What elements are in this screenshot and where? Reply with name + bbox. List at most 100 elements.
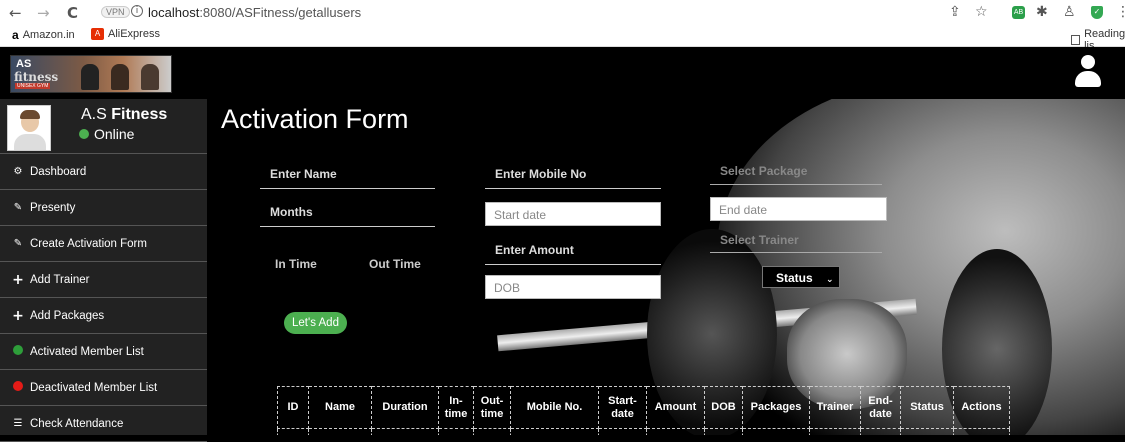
sidebar-item-label: Add Trainer — [30, 273, 90, 286]
share-icon[interactable]: ⇪ — [949, 4, 961, 20]
browser-toolbar: ← → C VPN i localhost:8080/ASFitness/get… — [0, 0, 1125, 26]
sidebar-item-label: Dashboard — [30, 165, 87, 178]
column-header-trainer: Trainer — [809, 386, 861, 429]
in-time-label[interactable]: In Time — [275, 257, 317, 271]
bookmarks-bar: a Amazon.in A AliExpress Reading lis — [0, 26, 1125, 52]
avatar — [7, 105, 51, 151]
sidebar-item-presenty[interactable]: ✎ Presenty — [0, 190, 207, 226]
gym-logo[interactable]: AS fitness UNISEX GYM — [10, 55, 172, 93]
brand-name: A.S Fitness — [81, 106, 167, 124]
out-time-label[interactable]: Out Time — [369, 257, 421, 271]
sidebar-item-add-trainer[interactable]: + Add Trainer — [0, 262, 207, 298]
logo-as-text: AS — [16, 58, 32, 70]
site-info-icon[interactable]: i — [131, 5, 143, 17]
bookmark-label: Amazon.in — [22, 29, 75, 41]
sidebar-item-deactivated-member-list[interactable]: Deactivated Member List — [0, 370, 207, 406]
column-header-actions: Actions — [953, 386, 1010, 429]
sidebar-item-label: Check Attendance — [30, 417, 124, 430]
logo-fitness-text: fitness — [14, 70, 59, 84]
dashboard-icon: ⚙ — [13, 166, 23, 177]
plus-icon: + — [12, 307, 24, 324]
name-input[interactable]: Enter Name — [260, 161, 435, 189]
bookmark-aliexpress[interactable]: A AliExpress — [91, 28, 160, 40]
main-content: Activation Form Enter Name Enter Mobile … — [207, 99, 1125, 435]
green-dot-icon — [12, 345, 24, 358]
sidebar-item-label: Deactivated Member List — [30, 381, 158, 394]
logo-athlete-figure — [81, 64, 99, 90]
column-header-id: ID — [277, 386, 309, 429]
reading-list-icon — [1071, 35, 1081, 45]
column-header-mobile: Mobile No. — [510, 386, 599, 429]
start-date-input[interactable]: Start date — [485, 202, 661, 226]
list-icon: ☰ — [13, 418, 23, 429]
mobile-input[interactable]: Enter Mobile No — [485, 161, 661, 189]
bookmark-amazon[interactable]: a Amazon.in — [12, 28, 75, 42]
column-header-end-date: End- date — [860, 386, 901, 429]
forward-icon[interactable]: → — [37, 4, 50, 22]
sidebar-item-label: Activated Member List — [30, 345, 144, 358]
adblock-extension-icon[interactable]: AB — [1012, 6, 1025, 19]
column-header-status: Status — [900, 386, 954, 429]
online-dot-icon — [79, 129, 89, 139]
online-status: Online — [79, 126, 134, 142]
table-header-row: ID Name Duration In- time Out- time Mobi… — [277, 386, 1010, 429]
pencil-icon: ✎ — [13, 202, 23, 213]
column-header-amount: Amount — [646, 386, 705, 429]
sidebar-item-create-activation-form[interactable]: ✎ Create Activation Form — [0, 226, 207, 262]
profile-icon[interactable]: ♙ — [1063, 4, 1076, 20]
status-select-value: Status — [776, 271, 813, 285]
column-header-packages: Packages — [742, 386, 810, 429]
column-header-dob: DOB — [704, 386, 743, 429]
logo-athlete-figure — [111, 64, 129, 90]
page-title: Activation Form — [221, 104, 409, 134]
browser-menu-icon[interactable]: ⋮ — [1116, 4, 1125, 20]
column-header-duration: Duration — [371, 386, 439, 429]
extensions-puzzle-icon[interactable]: ✱ — [1036, 4, 1048, 20]
back-icon[interactable]: ← — [9, 4, 22, 22]
end-date-input[interactable]: End date — [710, 197, 887, 221]
sidebar-item-activated-member-list[interactable]: Activated Member List — [0, 334, 207, 370]
trainer-select[interactable]: Select Trainer — [710, 227, 882, 253]
plus-icon: + — [12, 271, 24, 288]
vpn-badge[interactable]: VPN — [101, 6, 130, 18]
brand-prefix: A.S — [81, 106, 112, 123]
url-host: localhost — [148, 5, 200, 20]
members-table: ID Name Duration In- time Out- time Mobi… — [277, 386, 1010, 435]
url-path: :8080/ASFitness/getallusers — [199, 5, 362, 20]
aliexpress-icon: A — [91, 28, 104, 40]
dob-input[interactable]: DOB — [485, 275, 661, 299]
sidebar: A.S Fitness Online ⚙ Dashboard ✎ Present… — [0, 99, 207, 442]
lets-add-button[interactable]: Let's Add — [284, 312, 347, 334]
bookmark-label: AliExpress — [108, 28, 160, 40]
sidebar-item-label: Presenty — [30, 201, 76, 214]
shield-extension-icon[interactable]: ✓ — [1091, 6, 1103, 19]
user-account-icon[interactable] — [1074, 55, 1102, 89]
months-input[interactable]: Months — [260, 199, 435, 227]
sidebar-item-label: Create Activation Form — [30, 237, 147, 250]
package-select[interactable]: Select Package — [710, 159, 882, 185]
sidebar-profile: A.S Fitness Online — [0, 99, 207, 154]
online-label: Online — [94, 126, 135, 142]
sidebar-item-label: Add Packages — [30, 309, 105, 322]
status-select[interactable]: Status ⌄ — [762, 266, 840, 288]
column-header-in-time: In- time — [438, 386, 474, 429]
logo-subtitle: UNISEX GYM — [15, 83, 51, 89]
pencil-icon: ✎ — [13, 238, 23, 249]
column-header-start-date: Start- date — [598, 386, 647, 429]
logo-athlete-figure — [141, 64, 159, 90]
reload-icon[interactable]: C — [67, 4, 78, 22]
app-header: AS fitness UNISEX GYM — [0, 47, 1125, 99]
browser-chrome: ← → C VPN i localhost:8080/ASFitness/get… — [0, 0, 1125, 52]
sidebar-item-check-attendance[interactable]: ☰ Check Attendance — [0, 406, 207, 442]
column-header-out-time: Out- time — [473, 386, 511, 429]
amazon-icon: a — [12, 28, 19, 42]
brand-bold: Fitness — [111, 106, 168, 123]
sidebar-item-add-packages[interactable]: + Add Packages — [0, 298, 207, 334]
table-row — [277, 428, 1010, 435]
address-bar[interactable]: localhost:8080/ASFitness/getallusers — [148, 5, 361, 20]
sidebar-item-dashboard[interactable]: ⚙ Dashboard — [0, 154, 207, 190]
amount-input[interactable]: Enter Amount — [485, 237, 661, 265]
chevron-down-icon: ⌄ — [826, 275, 834, 285]
bookmark-star-icon[interactable]: ☆ — [975, 4, 988, 20]
column-header-name: Name — [308, 386, 372, 429]
